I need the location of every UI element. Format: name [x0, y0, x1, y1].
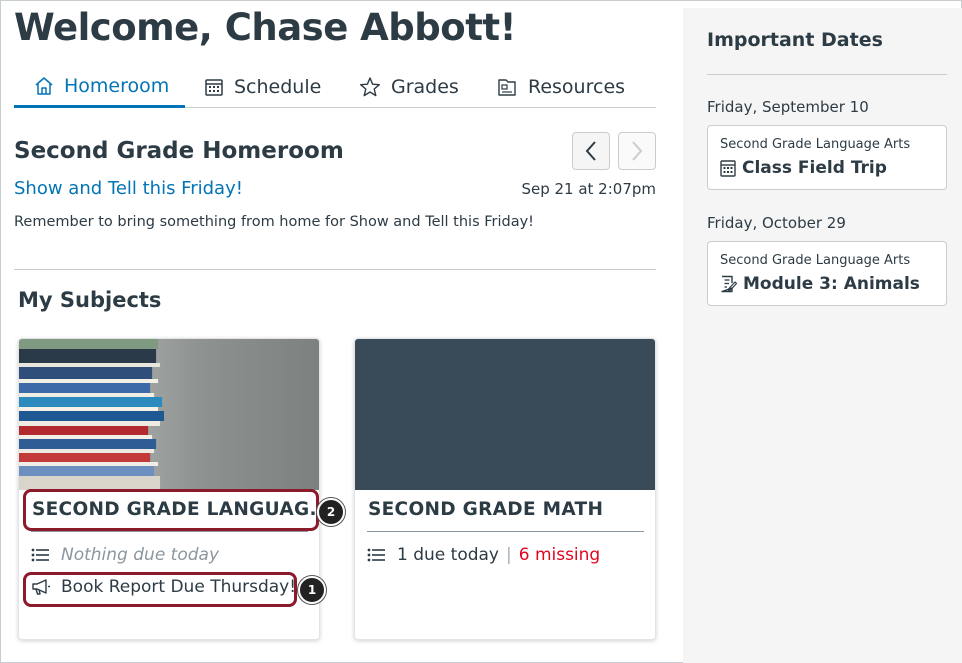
callout-outline-2 [23, 489, 319, 531]
chevron-right-icon [632, 141, 643, 161]
books-image [19, 339, 319, 490]
due-status-row: 1 due today | 6 missing [367, 545, 600, 565]
next-announcement-button[interactable] [618, 132, 656, 170]
event-title: Class Field Trip [742, 158, 887, 178]
tab-label: Homeroom [64, 74, 170, 97]
title-underline [367, 531, 644, 532]
tab-bar: Homeroom Schedule Grades Resources [14, 66, 656, 108]
tab-schedule[interactable]: Schedule [204, 66, 321, 108]
event-link[interactable]: Class Field Trip [720, 158, 887, 178]
tab-label: Resources [528, 76, 626, 98]
tab-resources[interactable]: Resources [496, 66, 625, 108]
previous-announcement-button[interactable] [572, 132, 610, 170]
tab-grades[interactable]: Grades [359, 66, 459, 108]
card-color-header [355, 339, 655, 490]
my-subjects-heading: My Subjects [18, 288, 162, 312]
important-date-item[interactable]: Second Grade Language Arts Class Field T… [707, 125, 947, 190]
section-divider [14, 269, 656, 270]
sidebar-divider [707, 74, 947, 75]
calendar-icon [205, 79, 223, 96]
subject-card-title[interactable]: SECOND GRADE MATH [368, 499, 603, 520]
assignment-icon [721, 275, 737, 293]
star-icon [360, 77, 380, 97]
important-dates-sidebar: Important Dates Friday, September 10 Sec… [683, 8, 962, 663]
list-icon [31, 548, 49, 562]
important-date-label: Friday, October 29 [707, 214, 846, 232]
missing-link[interactable]: 6 missing [519, 545, 601, 565]
assignment-title: Module 3: Animals [743, 274, 920, 294]
callout-badge-2: 2 [317, 498, 345, 526]
due-today-link[interactable]: 1 due today [397, 545, 499, 565]
chevron-left-icon [585, 141, 596, 161]
announcement-date: Sep 21 at 2:07pm [521, 180, 656, 198]
tab-homeroom[interactable]: Homeroom [14, 66, 185, 108]
tab-label: Schedule [234, 76, 322, 98]
title-underline [31, 531, 308, 532]
resources-icon [498, 79, 516, 96]
due-text: Nothing due today [61, 545, 220, 565]
important-date-label: Friday, September 10 [707, 98, 869, 116]
welcome-heading: Welcome, Chase Abbott! [14, 6, 516, 49]
assignment-link[interactable]: Module 3: Animals [720, 274, 920, 294]
important-dates-heading: Important Dates [707, 29, 883, 51]
announcement-body: Remember to bring something from home fo… [14, 214, 534, 230]
homeroom-title: Second Grade Homeroom [14, 138, 344, 164]
calendar-icon [720, 160, 736, 177]
course-name: Second Grade Language Arts [720, 253, 911, 268]
important-date-item[interactable]: Second Grade Language Arts Module 3: Ani… [707, 241, 947, 306]
home-icon [35, 76, 53, 95]
callout-outline-1 [23, 572, 297, 607]
tab-label: Grades [391, 76, 459, 98]
announcement-title-link[interactable]: Show and Tell this Friday! [14, 178, 243, 199]
due-status-row: Nothing due today [31, 545, 219, 565]
separator: | [505, 545, 512, 565]
list-icon [367, 548, 385, 562]
subject-card-math[interactable]: SECOND GRADE MATH 1 due today | 6 missin… [354, 338, 656, 640]
course-name: Second Grade Language Arts [720, 137, 911, 152]
callout-badge-1: 1 [298, 576, 326, 604]
